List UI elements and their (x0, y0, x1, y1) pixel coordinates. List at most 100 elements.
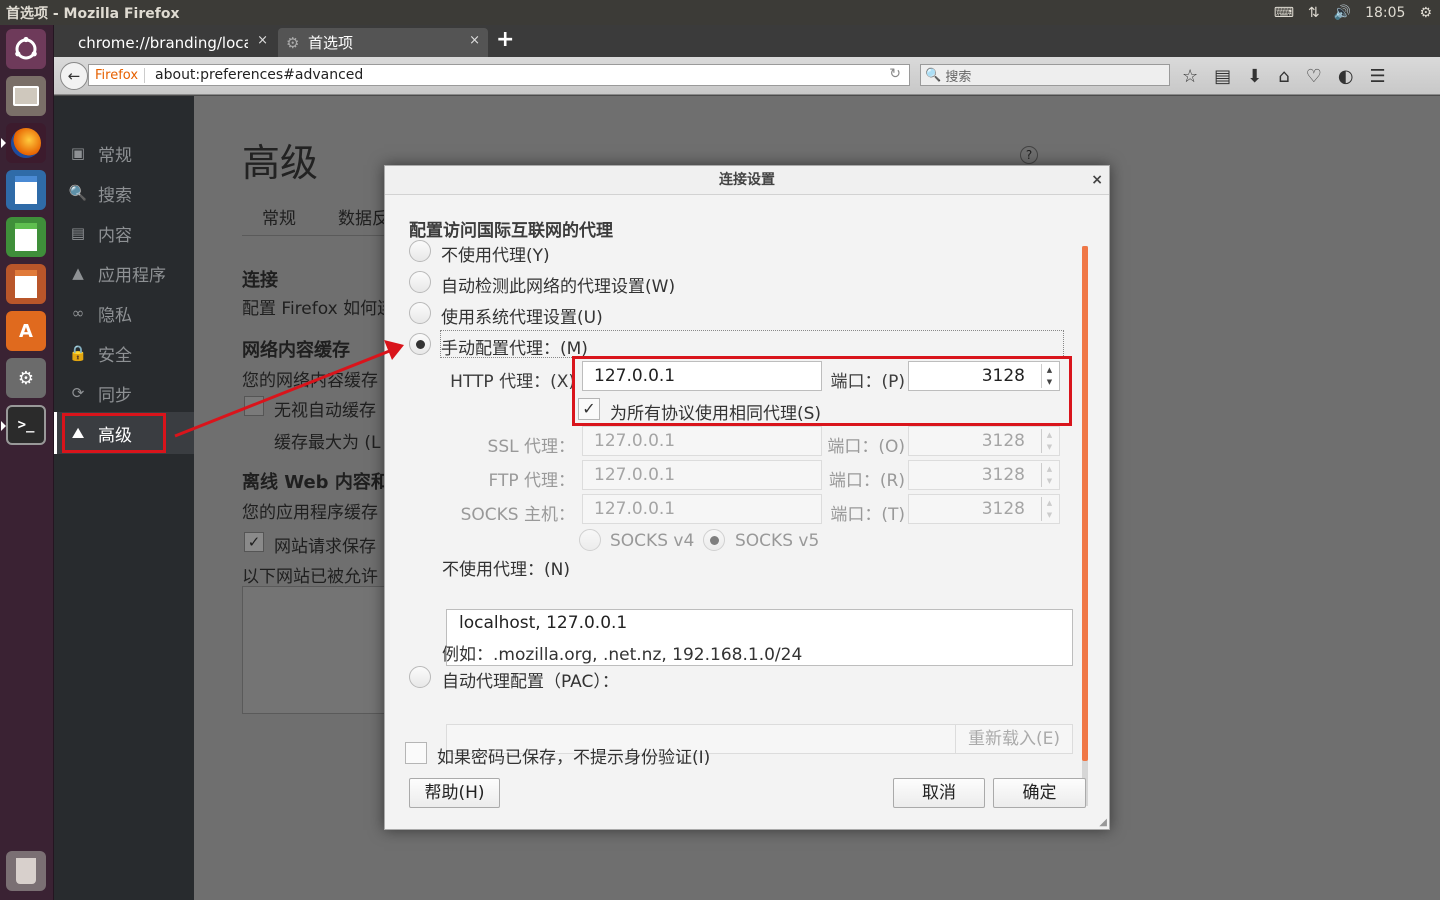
system-settings-icon[interactable]: ⚙ (6, 358, 46, 398)
toolbar-icons: ☆ ▤ ⬇ ⌂ ♡ ◐ ☰ (1182, 62, 1386, 90)
sidebar-item-search[interactable]: 🔍 搜索 (68, 181, 132, 206)
clock[interactable]: 18:05 (1365, 5, 1405, 21)
cache-limit-label: 缓存最大为 (L (274, 433, 381, 453)
search-input[interactable]: 🔍 搜索 (920, 64, 1170, 86)
no-auth-prompt-checkbox[interactable] (405, 742, 427, 764)
trash-icon[interactable] (6, 851, 46, 891)
sidebar-item-content[interactable]: ▤ 内容 (68, 221, 132, 246)
identity-label[interactable]: Firefox (95, 67, 146, 83)
pac-label: 自动代理配置（PAC）： (442, 672, 619, 692)
download-icon[interactable]: ⬇ (1247, 66, 1262, 87)
url-text[interactable]: about:preferences#advanced (155, 67, 363, 83)
system-proxy-radio[interactable] (409, 302, 431, 324)
offline-check-label: 网站请求保存 (274, 537, 376, 557)
dialog-close-icon[interactable]: × (1091, 166, 1103, 195)
launcher: A ⚙ >_ (0, 25, 54, 900)
socks-v4-radio[interactable] (579, 529, 601, 551)
mask-icon: ∞ (71, 304, 85, 322)
close-tab-icon[interactable]: × (469, 33, 480, 48)
no-proxy-label: 不使用代理(Y) (441, 246, 550, 266)
annotation-box-http-proxy (572, 356, 1072, 426)
cancel-button[interactable]: 取消 (893, 778, 985, 808)
cache-override-checkbox[interactable] (244, 396, 264, 416)
sidebar-item-label: 安全 (98, 345, 132, 366)
sidebar-item-label: 搜索 (98, 185, 132, 206)
software-center-icon[interactable]: A (6, 311, 46, 351)
connection-desc: 配置 Firefox 如何连 (242, 299, 395, 319)
offline-checkbox[interactable]: ✓ (244, 532, 264, 552)
ubuntu-dash-icon[interactable] (6, 29, 46, 69)
network-icon[interactable]: ⇅ (1308, 5, 1320, 21)
search-icon: 🔍 (925, 67, 946, 83)
back-arrow-icon[interactable]: ← (60, 62, 88, 90)
ssl-proxy-input[interactable]: 127.0.0.1 (582, 426, 822, 456)
tab-strip: chrome://branding/locale × ⚙ 首选项 × + (54, 25, 1440, 57)
tab-preferences[interactable]: ⚙ 首选项 × (278, 28, 488, 57)
impress-icon[interactable] (6, 264, 46, 304)
nav-bar: ← Firefox about:preferences#advanced ↻ 🔍… (54, 57, 1440, 95)
settings-gear-icon[interactable]: ⚙ (1419, 5, 1432, 21)
reload-icon[interactable]: ↻ (889, 66, 901, 82)
tab-label: 首选项 (308, 34, 354, 52)
dialog-title: 连接设置 (719, 172, 775, 188)
annotation-box-sidebar (62, 413, 166, 453)
bookmark-star-icon[interactable]: ☆ (1182, 66, 1198, 87)
sidebar-item-label: 同步 (98, 385, 132, 406)
proxy-section-title: 配置访问国际互联网的代理 (409, 221, 613, 241)
help-button[interactable]: 帮助(H) (409, 778, 500, 808)
terminal-icon[interactable]: >_ (6, 405, 46, 445)
socks-port-value: 3128 (981, 499, 1025, 519)
sidebar-item-label: 应用程序 (98, 265, 166, 286)
close-tab-icon[interactable]: × (257, 33, 268, 48)
port-spinner[interactable]: ▲ ▼ (1041, 429, 1057, 453)
reload-pac-button[interactable]: 重新载入(E) (955, 725, 1072, 753)
sidebar-item-label: 隐私 (98, 305, 132, 326)
pocket-icon[interactable]: ♡ (1306, 66, 1322, 87)
calc-icon[interactable] (6, 217, 46, 257)
ssl-port-input[interactable]: 3128 ▲ ▼ (908, 426, 1060, 456)
menu-icon[interactable]: ☰ (1370, 66, 1386, 87)
firefox-icon[interactable] (6, 123, 46, 163)
keyboard-icon[interactable]: ⌨ (1274, 5, 1294, 21)
bookmarks-list-icon[interactable]: ▤ (1214, 66, 1231, 87)
auto-detect-radio[interactable] (409, 271, 431, 293)
tab-general[interactable]: 常规 (262, 204, 296, 229)
offline-desc: 您的应用程序缓存 (242, 503, 378, 523)
search-placeholder: 搜索 (945, 69, 972, 85)
sidebar-item-privacy[interactable]: ∞ 隐私 (68, 301, 132, 326)
offline-allowed-label: 以下网站已被允许 (242, 567, 378, 587)
socks-v5-radio[interactable] (703, 529, 725, 551)
writer-icon[interactable] (6, 170, 46, 210)
socks-port-input[interactable]: 3128 ▲ ▼ (908, 494, 1060, 524)
no-proxy-radio[interactable] (409, 240, 431, 262)
page-title: 高级 (242, 141, 319, 185)
home-icon[interactable]: ⌂ (1278, 66, 1289, 87)
dialog-scrollbar[interactable] (1082, 246, 1088, 806)
sidebar-item-security[interactable]: 🔒 安全 (68, 341, 132, 366)
scrollbar-thumb[interactable] (1082, 246, 1088, 761)
sidebar-item-applications[interactable]: ▲ 应用程序 (68, 261, 166, 286)
tab-data[interactable]: 数据反 (338, 204, 389, 229)
tab-branding[interactable]: chrome://branding/locale × (56, 28, 276, 57)
manual-proxy-radio[interactable] (409, 333, 431, 355)
files-icon[interactable] (6, 76, 46, 116)
ssl-port-label: 端口：(O) (827, 437, 905, 457)
offline-sites-list[interactable] (242, 586, 392, 714)
ftp-port-input[interactable]: 3128 ▲ ▼ (908, 460, 1060, 490)
volume-icon[interactable]: 🔊 (1334, 5, 1351, 21)
hello-icon[interactable]: ◐ (1338, 66, 1354, 87)
ftp-proxy-input[interactable]: 127.0.0.1 (582, 460, 822, 490)
port-spinner[interactable]: ▲ ▼ (1041, 497, 1057, 521)
pac-radio[interactable] (409, 666, 431, 688)
ftp-proxy-label: FTP 代理： (488, 471, 575, 491)
socks-host-input[interactable]: 127.0.0.1 (582, 494, 822, 524)
ok-button[interactable]: 确定 (993, 778, 1086, 808)
sidebar-item-sync[interactable]: ⟳ 同步 (68, 381, 132, 406)
help-icon[interactable]: ? (1020, 146, 1038, 164)
port-spinner[interactable]: ▲ ▼ (1041, 463, 1057, 487)
url-bar[interactable]: Firefox about:preferences#advanced ↻ (88, 64, 910, 86)
no-proxy-example: 例如：.mozilla.org, .net.nz, 192.168.1.0/24 (442, 645, 803, 665)
sidebar-item-general[interactable]: ▣ 常规 (68, 141, 132, 166)
resize-grip-icon[interactable]: ◢ (1099, 817, 1107, 828)
new-tab-button[interactable]: + (496, 27, 514, 52)
